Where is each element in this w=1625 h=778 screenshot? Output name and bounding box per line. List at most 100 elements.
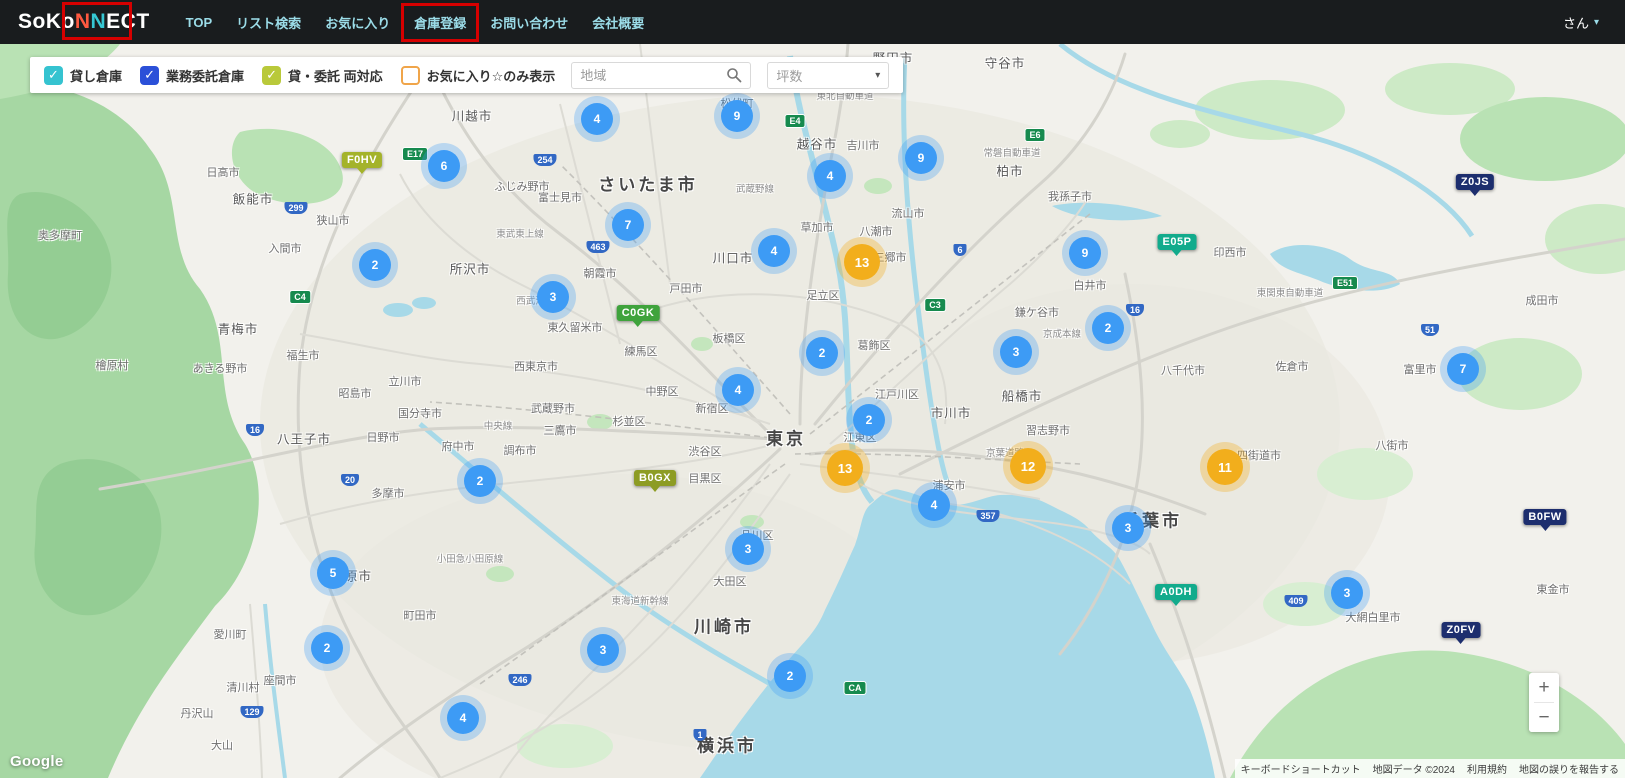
- cluster-marker[interactable]: 7: [612, 209, 644, 241]
- attribution-link[interactable]: キーボードショートカット: [1234, 759, 1367, 778]
- road-shield: 129: [240, 706, 264, 718]
- map-label: 八千代市: [1161, 365, 1205, 377]
- checkbox-checked-icon[interactable]: ✓: [140, 65, 160, 85]
- filter-checkbox-both[interactable]: ✓ 貸・委託 両対応: [262, 65, 383, 85]
- cluster-marker[interactable]: 7: [1447, 353, 1479, 385]
- warehouse-pin[interactable]: C0GK: [616, 305, 660, 327]
- cluster-marker[interactable]: 2: [774, 660, 806, 692]
- nav-item-top[interactable]: TOP: [176, 8, 223, 37]
- zoom-out-button[interactable]: −: [1529, 703, 1559, 732]
- region-search-box[interactable]: [571, 61, 752, 89]
- nav-item-list-search[interactable]: リスト検索: [226, 6, 311, 39]
- map-label: 奥多摩町: [38, 230, 82, 242]
- filter-checkbox-label: お気に入り☆のみ表示: [426, 68, 556, 84]
- region-search-input[interactable]: [580, 67, 721, 83]
- map-label: 大網白里市: [1345, 612, 1401, 624]
- road-shield: 463: [586, 241, 610, 253]
- cluster-marker[interactable]: 4: [918, 489, 950, 521]
- attribution-link[interactable]: 地図データ ©2024: [1366, 759, 1461, 778]
- cluster-marker[interactable]: 13: [844, 244, 880, 280]
- map-canvas[interactable]: さいたま市東京千葉市川崎市横浜市川越市越谷市柏市八王子市相模原市川口市船橋市市川…: [0, 44, 1625, 778]
- cluster-marker[interactable]: 4: [814, 160, 846, 192]
- map-label: 調布市: [503, 445, 537, 457]
- nav-item-company[interactable]: 会社概要: [582, 6, 654, 39]
- checkbox-checked-icon[interactable]: ✓: [262, 65, 282, 85]
- map-label: 東関東自動車道: [1256, 288, 1324, 299]
- map-label: 市川市: [930, 406, 972, 421]
- cluster-marker[interactable]: 2: [806, 337, 838, 369]
- cluster-marker[interactable]: 9: [1069, 237, 1101, 269]
- nav-item-contact[interactable]: お問い合わせ: [480, 6, 578, 39]
- cluster-marker[interactable]: 3: [1112, 512, 1144, 544]
- map-label: 町田市: [403, 610, 437, 622]
- cluster-marker[interactable]: 3: [732, 533, 764, 565]
- map-label: 柏市: [996, 164, 1024, 179]
- warehouse-pin[interactable]: B0GX: [634, 470, 676, 492]
- checkbox-checked-icon[interactable]: ✓: [44, 65, 63, 85]
- cluster-marker[interactable]: 2: [464, 465, 496, 497]
- map-label: 飯能市: [232, 192, 274, 207]
- warehouse-pin[interactable]: Z0JS: [1455, 174, 1495, 196]
- attribution-link[interactable]: 利用規約: [1461, 759, 1513, 778]
- nav-item-favorites[interactable]: お気に入り: [315, 6, 400, 39]
- map-label: 所沢市: [449, 262, 491, 277]
- map-label: さいたま市: [598, 175, 698, 195]
- cluster-marker[interactable]: 11: [1207, 449, 1243, 485]
- map-label: 八王子市: [276, 432, 332, 447]
- dropdown-arrow-icon: ▾: [875, 69, 881, 81]
- cluster-marker[interactable]: 4: [447, 702, 479, 734]
- map-label: 八潮市: [859, 226, 893, 238]
- map-label: あきる野市: [192, 363, 248, 375]
- map-label: 川口市: [712, 251, 754, 266]
- cluster-marker[interactable]: 3: [1000, 336, 1032, 368]
- map-label: 印西市: [1213, 247, 1247, 259]
- filter-checkbox-favorites-only[interactable]: お気に入り☆のみ表示: [400, 65, 556, 85]
- warehouse-pin[interactable]: F0HV: [341, 152, 383, 174]
- map-label: 中央線: [483, 421, 513, 432]
- cluster-marker[interactable]: 4: [722, 374, 754, 406]
- cluster-marker[interactable]: 4: [581, 103, 613, 135]
- checkbox-unchecked-icon[interactable]: [400, 65, 420, 85]
- warehouse-pin[interactable]: E05P: [1157, 234, 1197, 256]
- map-label: 川越市: [451, 109, 493, 124]
- cluster-marker[interactable]: 3: [537, 281, 569, 313]
- user-menu[interactable]: さん ▾: [1563, 13, 1599, 32]
- top-nav: SoKo N N ECT TOP リスト検索 お気に入り 倉庫登録 お問い合わせ 会社概要 さん…: [0, 0, 1625, 44]
- nav-item-warehouse-register[interactable]: 倉庫登録: [401, 2, 480, 42]
- road-shield: E51: [1331, 276, 1359, 290]
- map-label: 守谷市: [984, 56, 1026, 71]
- map-label: 板橋区: [712, 333, 746, 345]
- map-label: 武蔵野線: [735, 184, 775, 195]
- cluster-marker[interactable]: 3: [1331, 577, 1363, 609]
- search-icon[interactable]: [726, 67, 742, 83]
- filter-checkbox-rental[interactable]: ✓ 貸し倉庫: [44, 65, 122, 85]
- cluster-marker[interactable]: 4: [758, 235, 790, 267]
- cluster-marker[interactable]: 6: [428, 150, 460, 182]
- cluster-marker[interactable]: 5: [317, 557, 349, 589]
- zoom-in-button[interactable]: +: [1529, 673, 1559, 702]
- road-shield: 357: [976, 510, 1000, 522]
- cluster-marker[interactable]: 2: [311, 632, 343, 664]
- tsubo-select[interactable]: 坪数 ▾: [767, 61, 890, 89]
- map-label: 東海道新幹線: [611, 596, 669, 607]
- cluster-marker[interactable]: 2: [359, 249, 391, 281]
- cluster-marker[interactable]: 12: [1010, 448, 1046, 484]
- cluster-marker[interactable]: 9: [721, 100, 753, 132]
- logo[interactable]: SoKo N N ECT: [18, 2, 150, 40]
- map-label: 朝霞市: [583, 268, 617, 280]
- cluster-marker[interactable]: 2: [1092, 312, 1124, 344]
- attribution-link[interactable]: 地図の誤りを報告する: [1513, 759, 1625, 778]
- map-label: 座間市: [263, 675, 297, 687]
- cluster-marker[interactable]: 9: [905, 142, 937, 174]
- cluster-marker[interactable]: 2: [853, 404, 885, 436]
- map-label: 東久留米市: [547, 322, 603, 334]
- logo-text-part3: ECT: [106, 10, 150, 33]
- map-label: 西東京市: [514, 361, 558, 373]
- warehouse-pin[interactable]: A0DH: [1155, 584, 1197, 606]
- warehouse-pin[interactable]: B0FW: [1523, 509, 1567, 531]
- filter-checkbox-outsourced[interactable]: ✓ 業務委託倉庫: [140, 65, 244, 85]
- warehouse-pin[interactable]: Z0FV: [1441, 622, 1481, 644]
- cluster-marker[interactable]: 3: [587, 634, 619, 666]
- cluster-marker[interactable]: 13: [827, 450, 863, 486]
- user-name-label: さん: [1562, 15, 1589, 31]
